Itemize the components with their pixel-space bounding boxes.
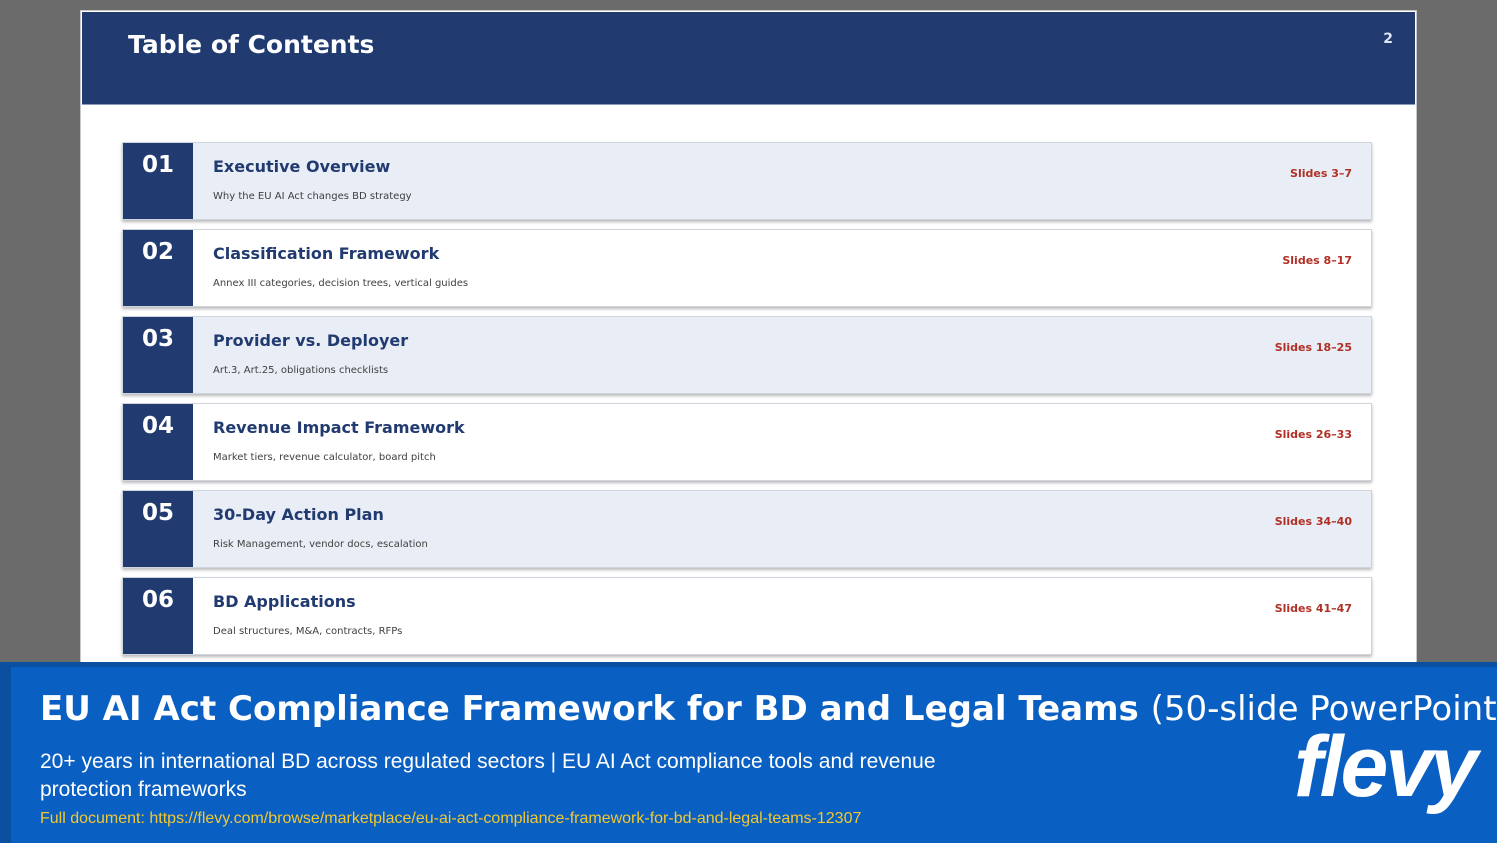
toc-item-revenue-impact-framework[interactable]: 04 Revenue Impact Framework Market tiers… [122, 403, 1372, 481]
toc-description: Risk Management, vendor docs, escalation [213, 539, 428, 550]
toc-number: 01 [123, 143, 193, 219]
toc-number: 05 [123, 491, 193, 567]
banner-title: EU AI Act Compliance Framework for BD an… [40, 689, 1497, 729]
toc-item-executive-overview[interactable]: 01 Executive Overview Why the EU AI Act … [122, 142, 1372, 220]
toc-slide-range: Slides 3–7 [1290, 167, 1352, 180]
toc-title: Revenue Impact Framework [213, 418, 465, 437]
slide-title: Table of Contents [128, 30, 375, 59]
toc-title: Executive Overview [213, 157, 391, 176]
banner-top-stripe [0, 662, 1497, 667]
toc-number: 06 [123, 578, 193, 654]
document-link[interactable]: Full document: https://flevy.com/browse/… [40, 810, 861, 828]
toc-description: Annex III categories, decision trees, ve… [213, 278, 469, 289]
toc-slide-range: Slides 34–40 [1274, 515, 1352, 528]
toc-description: Market tiers, revenue calculator, board … [213, 452, 436, 463]
toc-slide-range: Slides 41–47 [1274, 602, 1352, 615]
toc-title: Classification Framework [213, 244, 440, 263]
toc-description: Art.3, Art.25, obligations checklists [213, 365, 389, 376]
toc-item-provider-vs-deployer[interactable]: 03 Provider vs. Deployer Art.3, Art.25, … [122, 316, 1372, 394]
toc-description: Why the EU AI Act changes BD strategy [213, 191, 412, 202]
toc-number: 04 [123, 404, 193, 480]
toc-title: Provider vs. Deployer [213, 331, 409, 350]
banner-title-main: EU AI Act Compliance Framework for BD an… [40, 689, 1139, 729]
toc-item-classification-framework[interactable]: 02 Classification Framework Annex III ca… [122, 229, 1372, 307]
toc-title: 30-Day Action Plan [213, 505, 384, 524]
promo-banner: EU AI Act Compliance Framework for BD an… [0, 662, 1497, 843]
slide: Table of Contents 2 01 Executive Overvie… [80, 10, 1417, 670]
toc-title: BD Applications [213, 592, 356, 611]
toc-number: 03 [123, 317, 193, 393]
toc-slide-range: Slides 26–33 [1274, 428, 1352, 441]
toc-number: 02 [123, 230, 193, 306]
toc-item-30-day-action-plan[interactable]: 05 30-Day Action Plan Risk Management, v… [122, 490, 1372, 568]
toc-slide-range: Slides 18–25 [1274, 341, 1352, 354]
slide-header: Table of Contents 2 [82, 12, 1415, 105]
toc-item-bd-applications[interactable]: 06 BD Applications Deal structures, M&A,… [122, 577, 1372, 655]
banner-left-accent [0, 662, 11, 843]
toc-description: Deal structures, M&A, contracts, RFPs [213, 626, 403, 637]
toc-slide-range: Slides 8–17 [1282, 254, 1352, 267]
flevy-logo[interactable]: flevy [1294, 724, 1478, 810]
slide-number: 2 [1383, 31, 1393, 47]
banner-subtitle: 20+ years in international BD across reg… [40, 750, 936, 801]
